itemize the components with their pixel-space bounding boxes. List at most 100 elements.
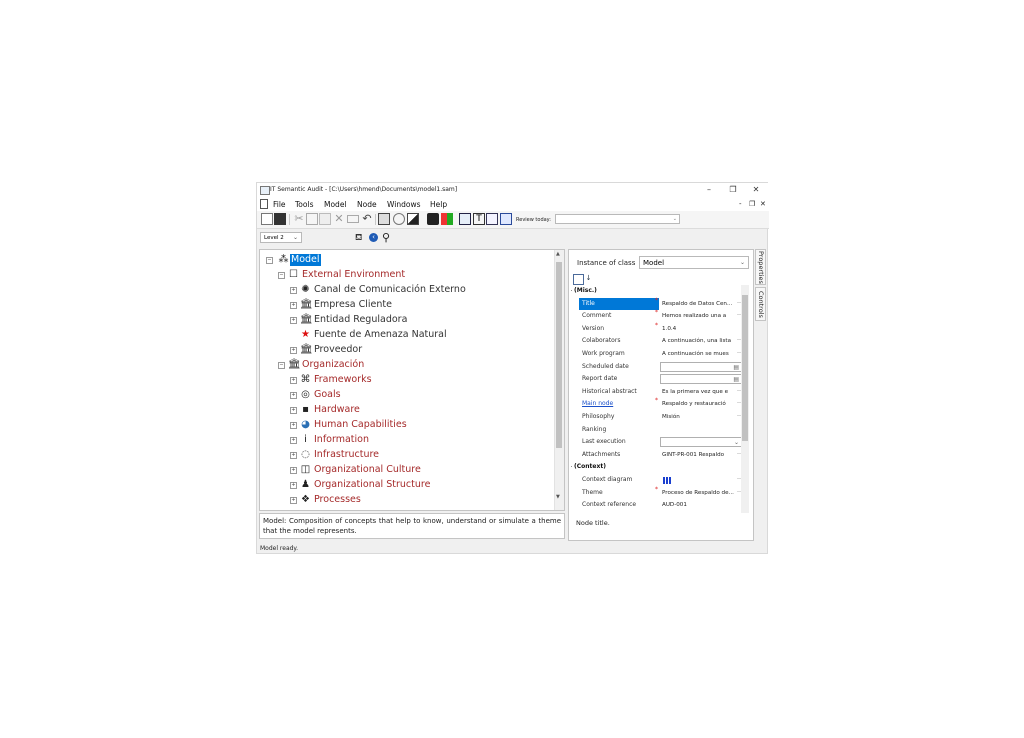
expand-icon[interactable]: + (290, 467, 297, 474)
review-today-dropdown[interactable]: ⌄ (555, 214, 680, 224)
property-value[interactable] (660, 424, 742, 436)
property-value[interactable]: Respaldo de Datos Cen... (660, 298, 742, 310)
tab-properties[interactable]: Properties (755, 249, 766, 285)
property-row[interactable]: Version * 1.0.4 (571, 322, 745, 336)
tree-node[interactable]: + ◌ Infrastructure (260, 448, 550, 463)
new-icon[interactable] (261, 213, 273, 225)
property-value[interactable]: GINT-PR-001 Respaldo (660, 449, 742, 461)
expand-icon[interactable]: + (290, 377, 297, 384)
phone-icon[interactable] (427, 213, 439, 225)
tree-node[interactable]: + ✺ Canal de Comunicación Externo (260, 283, 550, 298)
expand-icon[interactable]: + (290, 287, 297, 294)
property-row[interactable]: Report date ▤ (571, 373, 745, 386)
expand-icon[interactable]: + (290, 437, 297, 444)
collapse-icon[interactable]: − (278, 362, 285, 369)
menu-node[interactable]: Node (357, 200, 377, 209)
property-scrollbar-thumb[interactable] (742, 295, 748, 441)
mdi-restore-button[interactable]: ❐ (749, 200, 755, 208)
tree-node[interactable]: − ☐ External Environment (260, 268, 550, 283)
property-row[interactable]: Historical abstract Es la primera vez que… (571, 386, 745, 399)
categorized-icon[interactable] (573, 274, 584, 285)
property-row[interactable]: Title * Respaldo de Datos Cen...… (571, 297, 745, 311)
scroll-down-icon[interactable]: ▼ (556, 494, 560, 500)
report-icon[interactable] (486, 213, 498, 225)
copy-icon[interactable] (306, 213, 318, 225)
attach-icon[interactable] (378, 213, 390, 225)
tree-node[interactable]: − ⁂ Model (260, 253, 550, 268)
expand-icon[interactable]: + (290, 392, 297, 399)
property-category[interactable]: -(Misc.) (571, 285, 745, 298)
property-value[interactable]: Proceso de Respaldo de... (660, 487, 742, 499)
rename-icon[interactable] (347, 215, 359, 223)
tree-node[interactable]: + ⅰ Information (260, 433, 550, 448)
property-row[interactable]: Work program A continuación se mues… (571, 348, 745, 361)
expand-icon[interactable]: + (290, 347, 297, 354)
delete-icon[interactable]: ✕ (333, 213, 345, 225)
property-value[interactable]: A continuación se mues (660, 348, 742, 360)
search-icon[interactable]: ⚲ (382, 231, 390, 244)
cut-icon[interactable]: ✂ (293, 213, 305, 225)
tree-node[interactable]: + 🏛 Entidad Reguladora (260, 313, 550, 328)
tree-node[interactable]: + 🏛 Proveedor (260, 343, 550, 358)
date-picker[interactable]: ▤ (660, 374, 742, 385)
level-dropdown[interactable]: Level 2 ⌄ (260, 232, 302, 243)
property-row[interactable]: Last execution ⌄ (571, 436, 745, 449)
tree-node[interactable]: + ⌘ Frameworks (260, 373, 550, 388)
menu-help[interactable]: Help (430, 200, 447, 209)
property-row[interactable]: Main node * Respaldo y restauració… (571, 397, 745, 411)
mdi-minimize-button[interactable]: - (739, 200, 742, 208)
minimize-button[interactable]: – (698, 184, 720, 196)
property-row[interactable]: Ranking (571, 424, 745, 437)
tree-node[interactable]: + ◎ Goals (260, 388, 550, 403)
collapse-icon[interactable]: − (278, 272, 285, 279)
undo-icon[interactable]: ↶ (361, 213, 373, 225)
menu-model[interactable]: Model (324, 200, 347, 209)
property-row[interactable]: Attachments GINT-PR-001 Respaldo… (571, 449, 745, 462)
property-name[interactable]: Main node (579, 398, 659, 410)
property-row[interactable]: Philosophy Misión… (571, 411, 745, 424)
property-scrollbar[interactable] (741, 285, 749, 513)
class-dropdown[interactable]: Model ⌄ (639, 256, 749, 269)
doc-view-icon[interactable] (459, 213, 471, 225)
text-icon[interactable]: T (473, 213, 485, 225)
property-value[interactable]: Hemos realizado una a (660, 310, 742, 322)
tree-node[interactable]: + ◫ Organizational Culture (260, 463, 550, 478)
collapse-icon[interactable]: - (571, 463, 572, 470)
close-button[interactable]: ✕ (745, 184, 767, 196)
tab-controls[interactable]: Controls (755, 287, 766, 321)
last-execution-dropdown[interactable]: ⌄ (660, 437, 742, 448)
matrix-icon[interactable] (441, 213, 453, 225)
paste-icon[interactable] (319, 213, 331, 225)
expand-icon[interactable]: + (290, 302, 297, 309)
property-value[interactable]: Respaldo y restauració (660, 398, 742, 410)
property-value[interactable]: 1.0.4 (660, 323, 742, 335)
tree-scrollbar[interactable]: ▲ ▼ (554, 250, 564, 510)
property-value[interactable]: Misión (660, 411, 742, 423)
sort-alpha-icon[interactable]: ↓ (584, 274, 593, 283)
tree-node[interactable]: + ♟ Organizational Structure (260, 478, 550, 493)
property-value[interactable]: A continuación, una lista (660, 335, 742, 347)
restore-button[interactable]: ❐ (722, 184, 744, 196)
collapse-icon[interactable]: - (571, 287, 572, 294)
tree-node[interactable]: + ◕ Human Capabilities (260, 418, 550, 433)
date-picker[interactable]: ▤ (660, 361, 742, 372)
mdi-close-button[interactable]: ✕ (760, 200, 766, 208)
tree-node[interactable]: − 🏛 Organización (260, 358, 550, 373)
tree-node[interactable]: + ▪ Hardware (260, 403, 550, 418)
menu-file[interactable]: File (273, 200, 286, 209)
property-row[interactable]: Comment * Hemos realizado una a… (571, 309, 745, 323)
property-row[interactable]: Context diagram… (571, 474, 745, 487)
tree-node[interactable]: + ❖ Processes (260, 493, 550, 508)
binoculars-icon[interactable]: ⛾ (355, 233, 362, 244)
document-list-icon[interactable] (500, 213, 512, 225)
property-row[interactable]: Scheduled date ▤ (571, 361, 745, 374)
expand-icon[interactable]: + (290, 317, 297, 324)
expand-icon[interactable]: + (290, 452, 297, 459)
property-category[interactable]: -(Context) (571, 461, 745, 474)
menu-tools[interactable]: Tools (295, 200, 313, 209)
property-row[interactable]: Theme * Proceso de Respaldo de...… (571, 486, 745, 500)
save-icon[interactable] (274, 213, 286, 225)
scroll-up-icon[interactable]: ▲ (556, 251, 560, 257)
go-back-icon[interactable]: ‹ (369, 233, 378, 242)
menu-windows[interactable]: Windows (387, 200, 420, 209)
